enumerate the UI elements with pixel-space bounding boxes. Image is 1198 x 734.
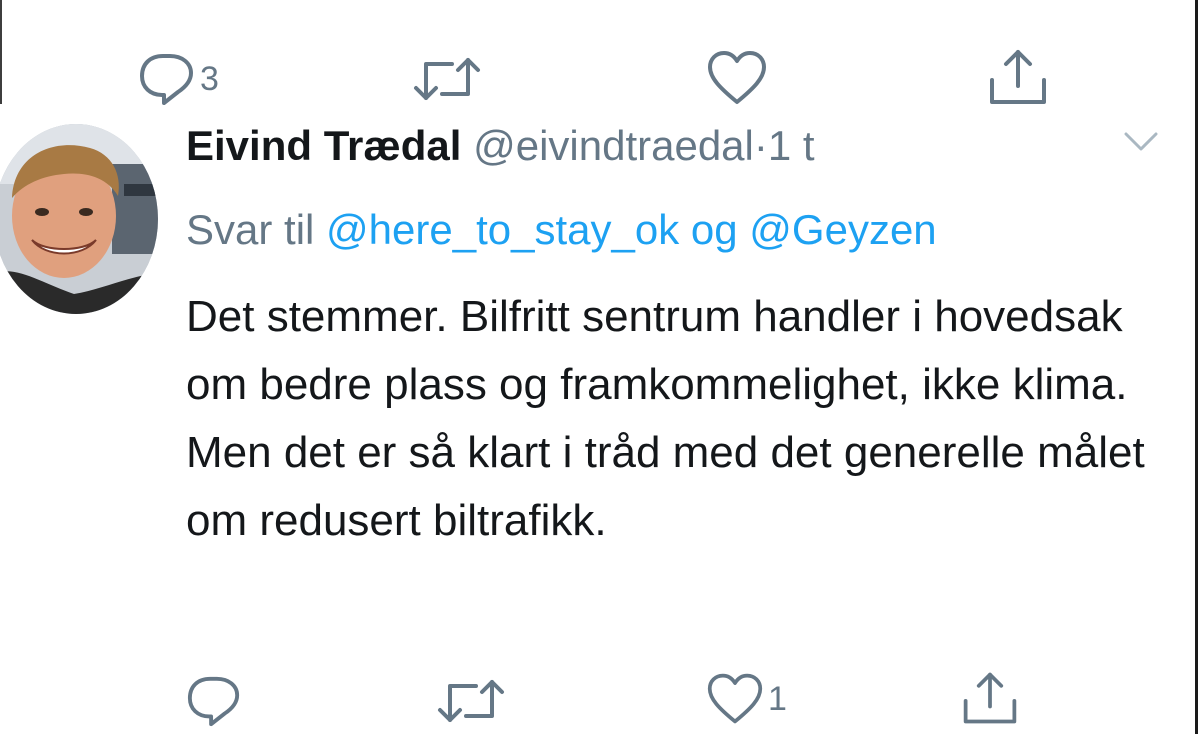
share-button[interactable] (960, 668, 1020, 728)
avatar[interactable] (0, 124, 158, 314)
mention-link[interactable]: @here_to_stay_ok (326, 206, 679, 253)
header-separator: · (753, 122, 768, 169)
prev-reply-button[interactable]: 3 (138, 52, 219, 106)
author-name[interactable]: Eivind Trædal (186, 122, 461, 169)
prev-reply-count: 3 (200, 60, 219, 98)
tweet-text: Det stemmer. Bilfritt sentrum handler i … (186, 292, 1145, 545)
reply-button[interactable] (186, 674, 246, 728)
chevron-down-icon (1124, 132, 1158, 151)
reply-to-line: Svar til @here_to_stay_ok og @Geyzen (186, 202, 937, 258)
reply-icon (187, 676, 240, 727)
like-icon (707, 673, 763, 724)
mention-link[interactable]: @Geyzen (749, 206, 936, 253)
like-count: 1 (768, 680, 787, 718)
prev-like-button[interactable] (706, 50, 772, 106)
like-button[interactable]: 1 (706, 672, 787, 726)
profile-photo (0, 124, 158, 314)
retweet-icon (414, 58, 480, 100)
author-handle[interactable]: @eivindtraedal (473, 122, 754, 169)
tweet-header: Eivind Trædal @eivindtraedal·1 t (186, 118, 815, 174)
prev-share-button[interactable] (986, 46, 1050, 108)
reply-icon (140, 54, 193, 105)
more-options-button[interactable] (1122, 130, 1160, 159)
reply-prefix: Svar til (186, 206, 315, 253)
retweet-button[interactable] (436, 674, 510, 728)
prev-retweet-button[interactable] (412, 52, 486, 106)
share-icon (990, 50, 1046, 104)
share-icon (963, 672, 1017, 724)
tweet-timestamp[interactable]: 1 t (768, 122, 815, 169)
retweet-icon (438, 680, 504, 722)
reply-joiner: og (690, 206, 738, 253)
left-edge-divider (0, 0, 2, 104)
like-icon (708, 51, 766, 104)
